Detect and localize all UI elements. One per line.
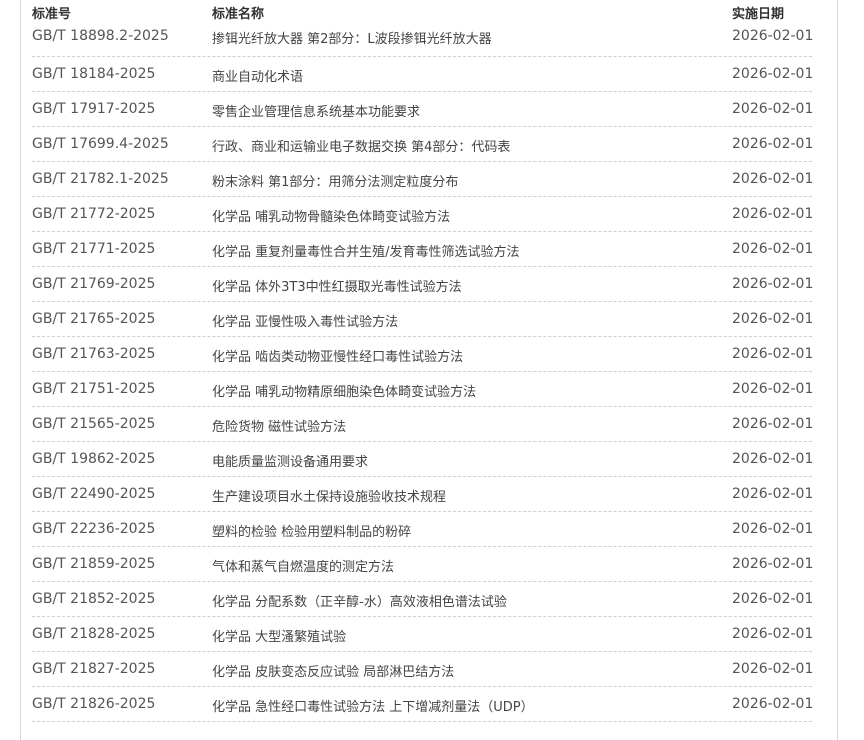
header-name: 标准名称 bbox=[212, 7, 265, 22]
effective-date: 2026-02-01 bbox=[732, 241, 814, 257]
table-row: GB/T 21828-2025 化学品 大型溞繁殖试验 2026-02-01 bbox=[32, 617, 814, 652]
standard-code: GB/T 21782.1-2025 bbox=[32, 171, 169, 187]
standard-name-link[interactable]: 行政、商业和运输业电子数据交换 第4部分：代码表 bbox=[212, 136, 510, 155]
standard-code: GB/T 22490-2025 bbox=[32, 486, 156, 502]
standard-code: GB/T 17917-2025 bbox=[32, 101, 156, 117]
table-row: GB/T 22490-2025 生产建设项目水土保持设施验收技术规程 2026-02… bbox=[32, 477, 814, 512]
standard-name-link[interactable]: 电能质量监测设备通用要求 bbox=[212, 451, 368, 470]
standard-code: GB/T 21751-2025 bbox=[32, 381, 156, 397]
effective-date: 2026-02-01 bbox=[732, 381, 814, 397]
effective-date: 2026-02-01 bbox=[732, 206, 814, 222]
standard-code: GB/T 17699.4-2025 bbox=[32, 136, 169, 152]
table-row: GB/T 21826-2025 化学品 急性经口毒性试验方法 上下增减剂量法（UD… bbox=[32, 687, 814, 722]
standard-code: GB/T 21852-2025 bbox=[32, 591, 156, 607]
table-row: GB/T 21765-2025 化学品 亚慢性吸入毒性试验方法 2026-02-01 bbox=[32, 302, 814, 337]
header-code: 标准号 bbox=[32, 7, 72, 22]
effective-date: 2026-02-01 bbox=[732, 556, 814, 572]
standard-code: GB/T 21826-2025 bbox=[32, 696, 156, 712]
header-date: 实施日期 bbox=[732, 7, 785, 22]
standard-code: GB/T 18898.2-2025 bbox=[32, 28, 169, 44]
table-row: GB/T 18898.2-2025 掺铒光纤放大器 第2部分：L波段掺铒光纤放大器… bbox=[32, 22, 814, 57]
effective-date: 2026-02-01 bbox=[732, 451, 814, 467]
table-row: GB/T 21782.1-2025 粉末涂料 第1部分：用筛分法测定粒度分布 202… bbox=[32, 162, 814, 197]
effective-date: 2026-02-01 bbox=[732, 346, 814, 362]
standard-name-link[interactable]: 气体和蒸气自燃温度的测定方法 bbox=[212, 556, 394, 575]
table-row: GB/T 21852-2025 化学品 分配系数（正辛醇-水）高效液相色谱法试验 2… bbox=[32, 582, 814, 617]
standard-code: GB/T 21859-2025 bbox=[32, 556, 156, 572]
table-row: GB/T 21771-2025 化学品 重复剂量毒性合并生殖/发育毒性筛选试验方法… bbox=[32, 232, 814, 267]
standard-name-link[interactable]: 掺铒光纤放大器 第2部分：L波段掺铒光纤放大器 bbox=[212, 28, 492, 47]
standard-name-link[interactable]: 生产建设项目水土保持设施验收技术规程 bbox=[212, 486, 446, 505]
standard-name-link[interactable]: 化学品 大型溞繁殖试验 bbox=[212, 626, 346, 645]
standard-name-link[interactable]: 化学品 急性经口毒性试验方法 上下增减剂量法（UDP） bbox=[212, 696, 534, 715]
table-row: GB/T 17699.4-2025 行政、商业和运输业电子数据交换 第4部分：代码… bbox=[32, 127, 814, 162]
table-row: GB/T 21827-2025 化学品 皮肤变态反应试验 局部淋巴结方法 2026-… bbox=[32, 652, 814, 687]
standards-table: 标准号 标准名称 实施日期 GB/T 18898.2-2025 掺铒光纤放大器 第… bbox=[32, 0, 814, 722]
table-row: GB/T 17917-2025 零售企业管理信息系统基本功能要求 2026-02-0… bbox=[32, 92, 814, 127]
effective-date: 2026-02-01 bbox=[732, 486, 814, 502]
standard-code: GB/T 21827-2025 bbox=[32, 661, 156, 677]
standard-name-link[interactable]: 化学品 体外3T3中性红摄取光毒性试验方法 bbox=[212, 276, 462, 295]
standard-name-link[interactable]: 化学品 重复剂量毒性合并生殖/发育毒性筛选试验方法 bbox=[212, 241, 520, 260]
standard-name-link[interactable]: 危险货物 磁性试验方法 bbox=[212, 416, 346, 435]
standard-name-link[interactable]: 化学品 哺乳动物精原细胞染色体畸变试验方法 bbox=[212, 381, 476, 400]
table-body: GB/T 18898.2-2025 掺铒光纤放大器 第2部分：L波段掺铒光纤放大器… bbox=[32, 22, 814, 722]
table-row: GB/T 21751-2025 化学品 哺乳动物精原细胞染色体畸变试验方法 2026… bbox=[32, 372, 814, 407]
standard-code: GB/T 21765-2025 bbox=[32, 311, 156, 327]
standard-name-link[interactable]: 化学品 啮齿类动物亚慢性经口毒性试验方法 bbox=[212, 346, 463, 365]
table-header: 标准号 标准名称 实施日期 bbox=[32, 0, 812, 22]
effective-date: 2026-02-01 bbox=[732, 101, 814, 117]
standard-name-link[interactable]: 商业自动化术语 bbox=[212, 66, 303, 85]
standard-name-link[interactable]: 化学品 哺乳动物骨髓染色体畸变试验方法 bbox=[212, 206, 450, 225]
effective-date: 2026-02-01 bbox=[732, 696, 814, 712]
effective-date: 2026-02-01 bbox=[732, 626, 814, 642]
table-row: GB/T 21859-2025 气体和蒸气自燃温度的测定方法 2026-02-01 bbox=[32, 547, 814, 582]
effective-date: 2026-02-01 bbox=[732, 28, 814, 44]
standard-code: GB/T 21771-2025 bbox=[32, 241, 156, 257]
effective-date: 2026-02-01 bbox=[732, 311, 814, 327]
standard-code: GB/T 18184-2025 bbox=[32, 66, 156, 82]
effective-date: 2026-02-01 bbox=[732, 276, 814, 292]
standard-code: GB/T 21772-2025 bbox=[32, 206, 156, 222]
table-row: GB/T 22236-2025 塑料的检验 检验用塑料制品的粉碎 2026-02-0… bbox=[32, 512, 814, 547]
table-row: GB/T 19862-2025 电能质量监测设备通用要求 2026-02-01 bbox=[32, 442, 814, 477]
standard-code: GB/T 19862-2025 bbox=[32, 451, 156, 467]
standard-name-link[interactable]: 零售企业管理信息系统基本功能要求 bbox=[212, 101, 420, 120]
effective-date: 2026-02-01 bbox=[732, 171, 814, 187]
effective-date: 2026-02-01 bbox=[732, 521, 814, 537]
standard-code: GB/T 21763-2025 bbox=[32, 346, 156, 362]
standard-name-link[interactable]: 塑料的检验 检验用塑料制品的粉碎 bbox=[212, 521, 411, 540]
standard-name-link[interactable]: 化学品 皮肤变态反应试验 局部淋巴结方法 bbox=[212, 661, 454, 680]
table-row: GB/T 21772-2025 化学品 哺乳动物骨髓染色体畸变试验方法 2026-0… bbox=[32, 197, 814, 232]
table-row: GB/T 21769-2025 化学品 体外3T3中性红摄取光毒性试验方法 2026… bbox=[32, 267, 814, 302]
table-row: GB/T 21763-2025 化学品 啮齿类动物亚慢性经口毒性试验方法 2026-… bbox=[32, 337, 814, 372]
standard-name-link[interactable]: 化学品 分配系数（正辛醇-水）高效液相色谱法试验 bbox=[212, 591, 507, 610]
effective-date: 2026-02-01 bbox=[732, 661, 814, 677]
standard-code: GB/T 21828-2025 bbox=[32, 626, 156, 642]
table-row: GB/T 18184-2025 商业自动化术语 2026-02-01 bbox=[32, 57, 814, 92]
effective-date: 2026-02-01 bbox=[732, 66, 814, 82]
effective-date: 2026-02-01 bbox=[732, 416, 814, 432]
standard-name-link[interactable]: 化学品 亚慢性吸入毒性试验方法 bbox=[212, 311, 398, 330]
effective-date: 2026-02-01 bbox=[732, 136, 814, 152]
standard-code: GB/T 21565-2025 bbox=[32, 416, 156, 432]
effective-date: 2026-02-01 bbox=[732, 591, 814, 607]
standard-code: GB/T 21769-2025 bbox=[32, 276, 156, 292]
standard-code: GB/T 22236-2025 bbox=[32, 521, 156, 537]
standard-name-link[interactable]: 粉末涂料 第1部分：用筛分法测定粒度分布 bbox=[212, 171, 458, 190]
table-row: GB/T 21565-2025 危险货物 磁性试验方法 2026-02-01 bbox=[32, 407, 814, 442]
